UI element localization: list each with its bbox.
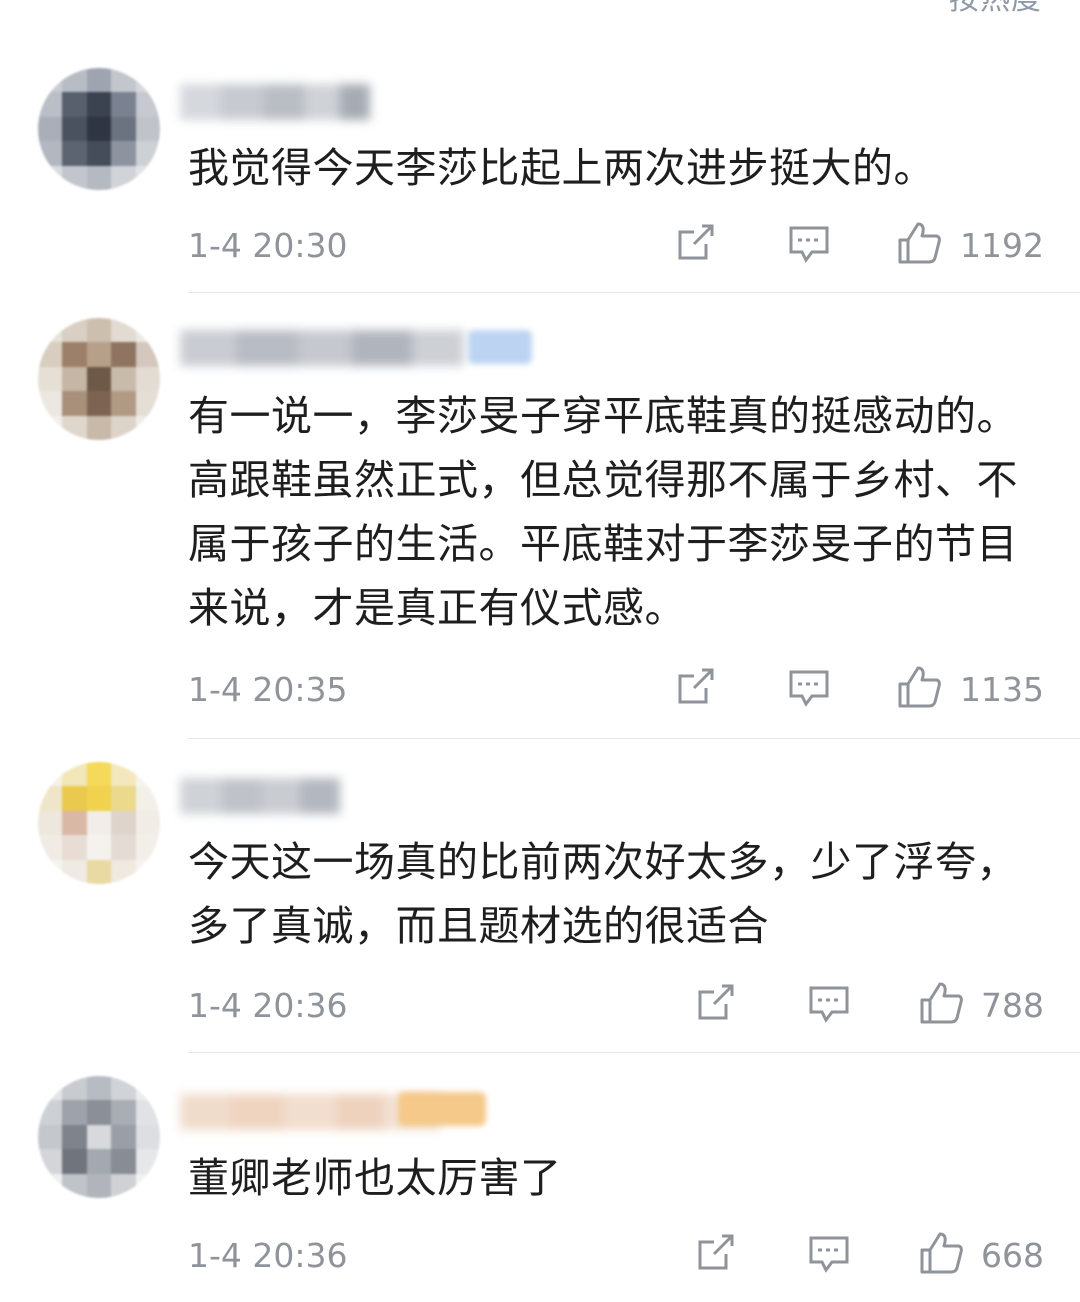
avatar[interactable] [38,762,160,884]
avatar[interactable] [38,318,160,440]
comment-text: 今天这一场真的比前两次好太多，少了浮夸，多了真诚，而且题材选的很适合 [188,838,1018,950]
share-out-icon[interactable] [692,980,738,1026]
comment-time: 1-4 20:36 [188,1236,348,1275]
comment-time: 1-4 20:30 [188,226,348,265]
comment-meta: 1-4 20:35 1135 [188,664,1044,714]
share-out-icon[interactable] [672,220,718,266]
thumb-up-icon[interactable] [896,664,942,710]
thumb-up-icon[interactable] [918,980,964,1026]
share-out-icon[interactable] [672,664,718,710]
comment-meta: 1-4 20:30 1192 [188,220,1044,270]
username-blurred[interactable] [180,778,340,814]
like-count: 668 [981,1236,1044,1275]
avatar[interactable] [38,68,160,190]
comment-time: 1-4 20:35 [188,670,348,709]
comment-bubble-icon[interactable] [806,980,852,1026]
divider [188,292,1080,293]
sort-by-hot-label[interactable]: 按热度 [949,0,1042,14]
username-blurred[interactable] [180,84,370,120]
share-out-icon[interactable] [692,1230,738,1276]
divider [188,738,1080,739]
comment-bubble-icon[interactable] [786,664,832,710]
comment-meta: 1-4 20:36 788 [188,980,1044,1030]
comment-bubble-icon[interactable] [806,1230,852,1276]
avatar[interactable] [38,1076,160,1198]
comment-text: 董卿老师也太厉害了 [188,1154,562,1202]
divider [188,1052,1080,1053]
vip-badge [468,330,532,364]
thumb-up-icon[interactable] [918,1230,964,1276]
like-count: 1192 [960,226,1044,265]
vip-badge [398,1092,486,1126]
comment-text: 我觉得今天李莎比起上两次进步挺大的。 [188,144,935,192]
like-count: 1135 [960,670,1044,709]
comment-text: 有一说一，李莎旻子穿平底鞋真的挺感动的。高跟鞋虽然正式，但总觉得那不属于乡村、不… [188,392,1018,632]
like-count: 788 [981,986,1044,1025]
thumb-up-icon[interactable] [896,220,942,266]
comment-time: 1-4 20:36 [188,986,348,1025]
comment-meta: 1-4 20:36 668 [188,1230,1044,1280]
username-blurred[interactable] [180,330,464,366]
comment-bubble-icon[interactable] [786,220,832,266]
